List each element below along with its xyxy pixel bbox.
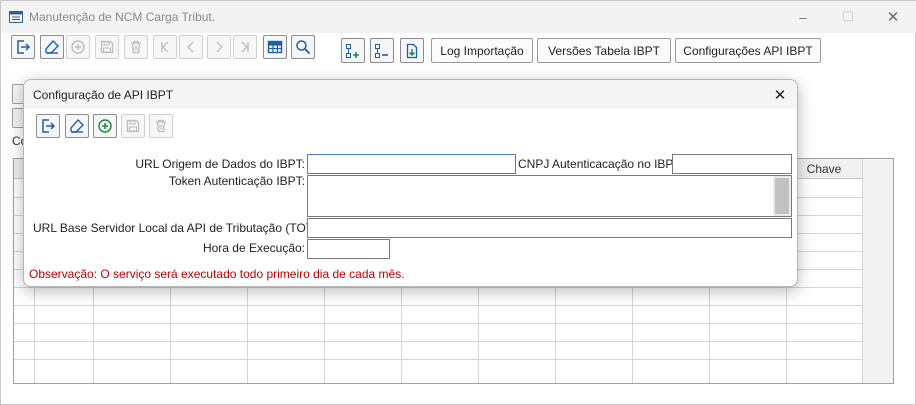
url-base-label: URL Base Servidor Local da API de Tribut… [33,221,337,235]
exit-icon [42,119,56,133]
hora-execucao-label: Hora de Execução: [202,241,305,255]
last-record-button[interactable] [233,35,257,59]
close-icon: ✕ [886,9,900,26]
url-origem-input[interactable] [307,154,516,174]
add-circle-icon [71,40,85,54]
trash-icon [131,40,141,54]
previous-record-button[interactable] [179,35,203,59]
eraser-icon [45,39,59,54]
dialog-close-button[interactable]: ✕ [769,84,791,106]
minimize-icon: – [799,9,807,25]
last-record-icon [241,41,249,53]
main-window: Manutenção de NCM Carga Tribut. – ☐ ✕ Lo… [0,0,916,405]
token-textarea[interactable] [307,175,792,217]
eraser-icon [70,118,84,133]
add-button[interactable] [66,35,90,59]
next-record-button[interactable] [207,35,231,59]
delete-button[interactable] [124,35,148,59]
next-icon [216,41,223,53]
grid-row-line [14,287,893,288]
token-label: Token Autenticação IBPT: [168,174,305,188]
import-file-button[interactable] [400,38,424,63]
expand-tree-icon [346,43,359,58]
grid-row-line [14,359,893,360]
clear-button[interactable] [40,35,64,59]
hora-execucao-input[interactable] [307,239,390,259]
cnpj-input[interactable] [672,154,792,174]
collapse-tree-icon [375,43,388,58]
exit-icon [17,40,31,54]
dialog-exit-button[interactable] [36,114,60,138]
previous-icon [187,41,194,53]
first-record-icon [161,41,169,53]
table-view-button[interactable] [263,35,287,59]
dialog-clear-button[interactable] [65,114,89,138]
grid-row-line [14,305,893,306]
import-file-icon [406,43,418,58]
expand-tree-button[interactable] [341,38,365,63]
add-circle-icon [98,119,112,133]
close-window-button[interactable]: ✕ [875,5,911,29]
config-api-dialog: Configuração de API IBPT ✕ URL Origem de… [23,79,798,287]
token-scrollbar[interactable] [773,176,791,216]
save-icon [126,119,140,133]
close-icon: ✕ [773,87,787,104]
first-record-button[interactable] [153,35,177,59]
search-button[interactable] [291,35,315,59]
search-icon [296,40,311,55]
exit-button[interactable] [11,35,35,59]
configuracoes-api-ibpt-button[interactable]: Configurações API IBPT [675,38,821,63]
grid-scrollbar[interactable] [862,159,893,383]
window-title: Manutenção de NCM Carga Tribut. [29,10,216,24]
observation-text: Observação: O serviço será executado tod… [29,267,405,281]
dialog-title: Configuração de API IBPT [33,88,174,102]
log-importacao-button[interactable]: Log Importação [431,38,533,63]
table-icon [267,40,283,54]
title-bar: Manutenção de NCM Carga Tribut. – ☐ ✕ [1,1,916,33]
grid-row-line [14,323,893,324]
dialog-delete-button[interactable] [149,114,173,138]
maximize-icon: ☐ [842,9,854,24]
cnpj-label: CNPJ Autenticacação no IBPT: [518,157,683,171]
save-icon [100,40,114,54]
versoes-tabela-ibpt-button[interactable]: Versões Tabela IBPT [537,38,671,63]
dialog-save-button[interactable] [121,114,145,138]
trash-icon [156,119,166,133]
collapse-tree-button[interactable] [370,38,394,63]
minimize-button[interactable]: – [785,5,821,29]
url-origem-label: URL Origem de Dados do IBPT: [135,157,305,171]
dialog-title-bar: Configuração de API IBPT ✕ [24,80,797,109]
save-button[interactable] [95,35,119,59]
dialog-add-button[interactable] [93,114,117,138]
token-scrollbar-thumb[interactable] [775,178,789,214]
url-base-input[interactable] [307,218,792,238]
app-window-icon [9,11,23,23]
maximize-button[interactable]: ☐ [830,5,866,29]
grid-row-line [14,341,893,342]
